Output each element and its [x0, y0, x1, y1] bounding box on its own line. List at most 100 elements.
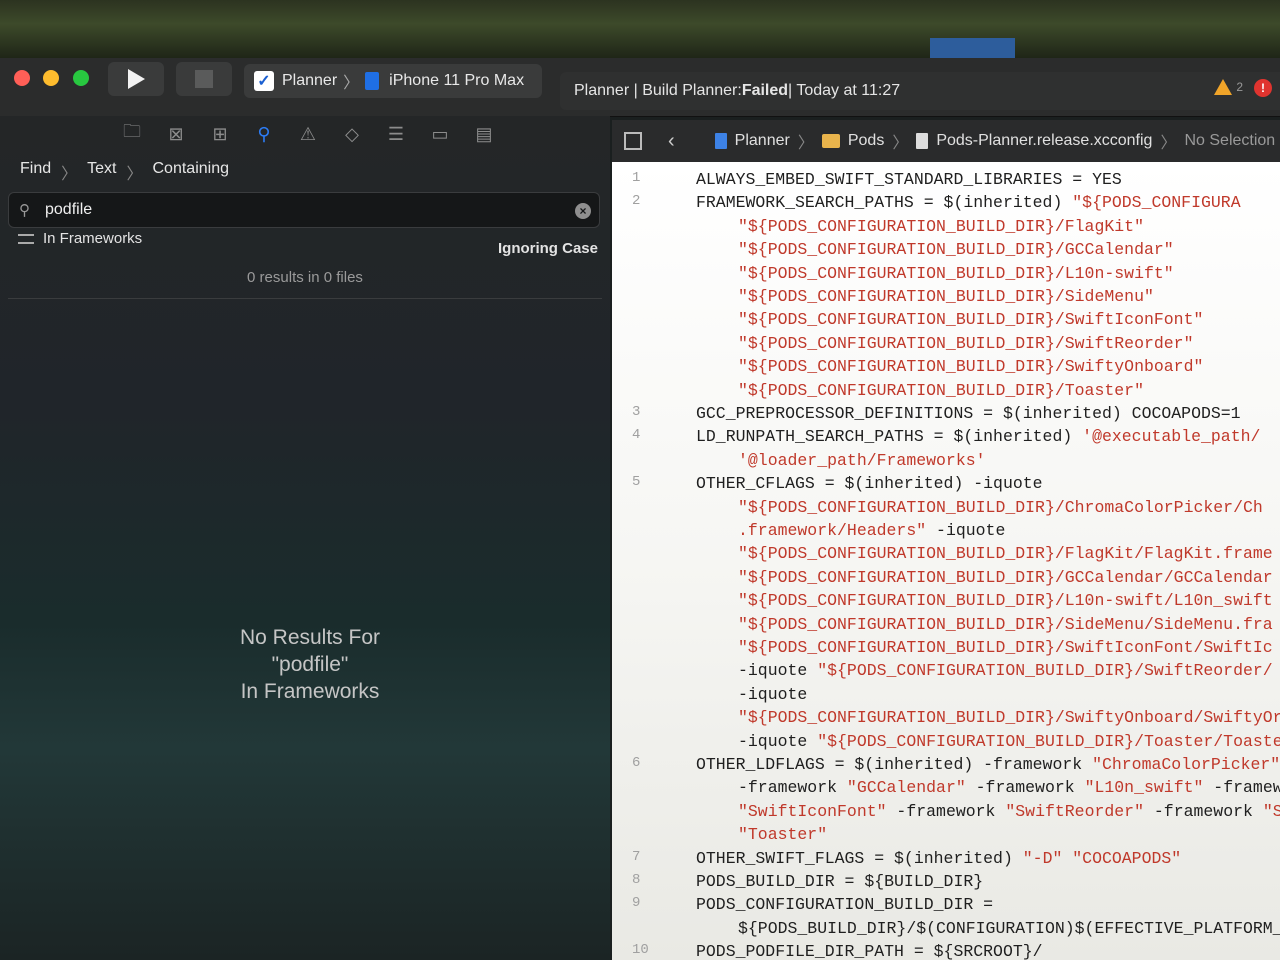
source-control-icon[interactable]: ⊠	[154, 116, 198, 152]
error-icon[interactable]: !	[1254, 79, 1272, 97]
jump-crumb-selection[interactable]: No Selection	[1184, 132, 1275, 150]
scheme-selector[interactable]: ✓ Planner 〉 iPhone 11 Pro Max	[244, 64, 542, 98]
code-text: "${PODS_CONFIGURATION_BUILD_DIR}/GCCalen…	[738, 240, 1174, 259]
run-button[interactable]	[108, 62, 164, 96]
find-mode-breadcrumb[interactable]: Find 〉 Text 〉 Containing	[20, 160, 229, 184]
code-token: -iquote	[738, 731, 818, 751]
minimize-window-button[interactable]	[43, 70, 59, 86]
chevron-right-icon: 〉	[343, 75, 360, 92]
line-number: 10	[632, 942, 649, 959]
xcconfig-file-icon	[916, 133, 929, 149]
folder-icon	[821, 134, 840, 148]
activity-status[interactable]: Planner | Build Planner: Failed | Today …	[560, 72, 1280, 110]
no-results-line-1: No Results For	[239, 626, 381, 649]
jump-bar-breadcrumb: Planner 〉 Pods 〉 Pods-Planner.release.xc…	[714, 129, 1275, 153]
code-text: PODS_PODFILE_DIR_PATH = ${SRCROOT}/	[696, 942, 1043, 960]
code-text: PODS_CONFIGURATION_BUILD_DIR =	[696, 895, 993, 914]
code-text: "${PODS_CONFIGURATION_BUILD_DIR}/SideMen…	[738, 287, 1154, 306]
symbol-navigator-icon[interactable]: ⊞	[198, 116, 242, 152]
close-window-button[interactable]	[14, 70, 30, 86]
code-text: "${PODS_CONFIGURATION_BUILD_DIR}/SideMen…	[738, 615, 1273, 634]
no-results-line-2: "podfile"	[271, 653, 349, 676]
string-literal: "GCCalendar"	[846, 778, 966, 798]
jump-crumb-project[interactable]: Planner	[735, 132, 790, 150]
case-sensitivity-popup[interactable]: Ignoring Case	[498, 240, 598, 257]
chevron-right-icon: 〉	[126, 166, 143, 183]
jump-crumb-file[interactable]: Pods-Planner.release.xcconfig	[936, 132, 1152, 150]
string-literal: "${PODS_CONFIGURATION_BUILD_DIR}/L10n-sw…	[738, 591, 1273, 611]
string-literal: '@loader_path/Frameworks'	[738, 450, 986, 470]
code-text: OTHER_LDFLAGS = $(inherited) -framework …	[696, 755, 1280, 774]
code-text: "${PODS_CONFIGURATION_BUILD_DIR}/SwiftRe…	[738, 334, 1193, 353]
code-token: GCC_PREPROCESSOR_DEFINITIONS = $(inherit…	[696, 404, 1241, 423]
code-token: -iquote	[738, 684, 808, 704]
code-token: PODS_CONFIGURATION_BUILD_DIR =	[696, 895, 994, 915]
search-scope-button[interactable]: In Frameworks	[43, 230, 142, 247]
project-file-icon	[714, 133, 727, 149]
related-items-grid-icon[interactable]	[624, 132, 642, 150]
code-token: -iquote	[926, 521, 1006, 540]
find-search-input[interactable]	[43, 200, 547, 220]
code-text: "${PODS_CONFIGURATION_BUILD_DIR}/FlagKit…	[738, 217, 1144, 236]
code-token: PODS_BUILD_DIR = ${BUILD_DIR}	[696, 872, 984, 891]
report-navigator-icon[interactable]: ▤	[462, 116, 506, 152]
code-token: LD_RUNPATH_SEARCH_PATHS = $(inherited)	[696, 427, 1083, 447]
line-number: 7	[632, 848, 641, 865]
string-literal: "${PODS_CONFIGURATION_BUILD_DIR}/FlagKit…	[738, 216, 1144, 236]
string-literal: "L10n_swift"	[1084, 778, 1204, 798]
breakpoint-navigator-icon[interactable]: ▭	[418, 116, 462, 152]
search-magnifier-icon[interactable]: ⚲	[19, 201, 43, 219]
string-literal: "SwiftReorder"	[1005, 801, 1144, 821]
back-chevron-icon[interactable]: ‹	[668, 130, 675, 153]
project-navigator-folder-icon[interactable]: 🗀	[110, 116, 154, 152]
code-text: "${PODS_CONFIGURATION_BUILD_DIR}/Toaster…	[738, 381, 1144, 400]
string-literal: "${PODS_CONFIGURA	[1072, 193, 1241, 213]
issue-navigator-warning-icon[interactable]: ⚠	[286, 116, 330, 152]
code-text: -iquote "${PODS_CONFIGURATION_BUILD_DIR}…	[738, 732, 1280, 751]
results-count: 0 results in 0 files	[247, 269, 363, 286]
code-text: "${PODS_CONFIGURATION_BUILD_DIR}/ChromaC…	[738, 498, 1263, 517]
code-token: OTHER_LDFLAGS = $(inherited) -framework	[696, 755, 1093, 774]
code-token: -framework	[738, 778, 847, 798]
line-number: 3	[632, 404, 641, 420]
code-text: "${PODS_CONFIGURATION_BUILD_DIR}/FlagKit…	[738, 544, 1273, 563]
jump-crumb-group[interactable]: Pods	[848, 132, 884, 150]
find-crumb-containing[interactable]: Containing	[153, 160, 230, 184]
string-literal: "${PODS_CONFIGURATION_BUILD_DIR}/GCCalen…	[738, 567, 1273, 587]
test-navigator-diamond-icon[interactable]: ◇	[330, 116, 374, 152]
code-text: "${PODS_CONFIGURATION_BUILD_DIR}/GCCalen…	[738, 568, 1273, 587]
string-literal: "${PODS_CONFIGURATION_BUILD_DIR}/SwiftIc…	[738, 638, 1273, 657]
code-text: ALWAYS_EMBED_SWIFT_STANDARD_LIBRARIES = …	[696, 170, 1122, 189]
source-editor[interactable]: 1 ALWAYS_EMBED_SWIFT_STANDARD_LIBRARIES =…	[612, 162, 1280, 960]
code-text: LD_RUNPATH_SEARCH_PATHS = $(inherited) '…	[696, 427, 1260, 446]
code-token: OTHER_CFLAGS = $(inherited) -iquote	[696, 474, 1043, 494]
find-crumb-text[interactable]: Text	[87, 160, 116, 184]
stop-button[interactable]	[176, 62, 232, 96]
find-navigator-search-icon[interactable]: ⚲	[242, 116, 286, 152]
zoom-window-button[interactable]	[73, 70, 89, 86]
search-scope-row: In Frameworks Ignoring Case	[18, 228, 598, 257]
code-text: GCC_PREPROCESSOR_DEFINITIONS = $(inherit…	[696, 404, 1241, 423]
string-literal: "-D" "COCOAPODS"	[1022, 848, 1182, 868]
warning-icon[interactable]	[1214, 79, 1232, 95]
line-number: 2	[632, 193, 641, 210]
code-token: FRAMEWORK_SEARCH_PATHS = $(inherited)	[696, 193, 1073, 213]
find-search-field[interactable]: ⚲ ×	[8, 192, 600, 228]
status-prefix: Planner | Build Planner:	[574, 82, 742, 99]
clear-search-icon[interactable]: ×	[575, 203, 591, 219]
code-token: ${PODS_BUILD_DIR}/$(CONFIGURATION)$(EFFE…	[738, 918, 1280, 938]
code-token: -framework	[965, 778, 1085, 798]
string-literal: "${PODS_CONFIGURATION_BUILD_DIR}/GCCalen…	[738, 240, 1174, 260]
debug-navigator-icon[interactable]: ☰	[374, 116, 418, 152]
editor-jump-bar: ‹ Planner 〉 Pods 〉 Pods-Planner.release.…	[612, 120, 1280, 162]
line-number: 5	[632, 474, 641, 491]
string-literal: "${PODS_CONFIGURATION_BUILD_DIR}/SideMen…	[738, 614, 1273, 634]
navigator-tab-bar: 🗀 ⊠ ⊞ ⚲ ⚠ ◇ ☰ ▭ ▤	[110, 116, 506, 152]
scope-list-icon	[18, 234, 34, 244]
code-text: '@loader_path/Frameworks'	[738, 451, 986, 470]
string-literal: .framework/Headers"	[738, 521, 927, 540]
find-crumb-find[interactable]: Find	[20, 160, 51, 184]
code-text: -iquote	[738, 685, 807, 704]
string-literal: "S	[1262, 801, 1280, 821]
code-text: OTHER_CFLAGS = $(inherited) -iquote	[696, 474, 1043, 493]
